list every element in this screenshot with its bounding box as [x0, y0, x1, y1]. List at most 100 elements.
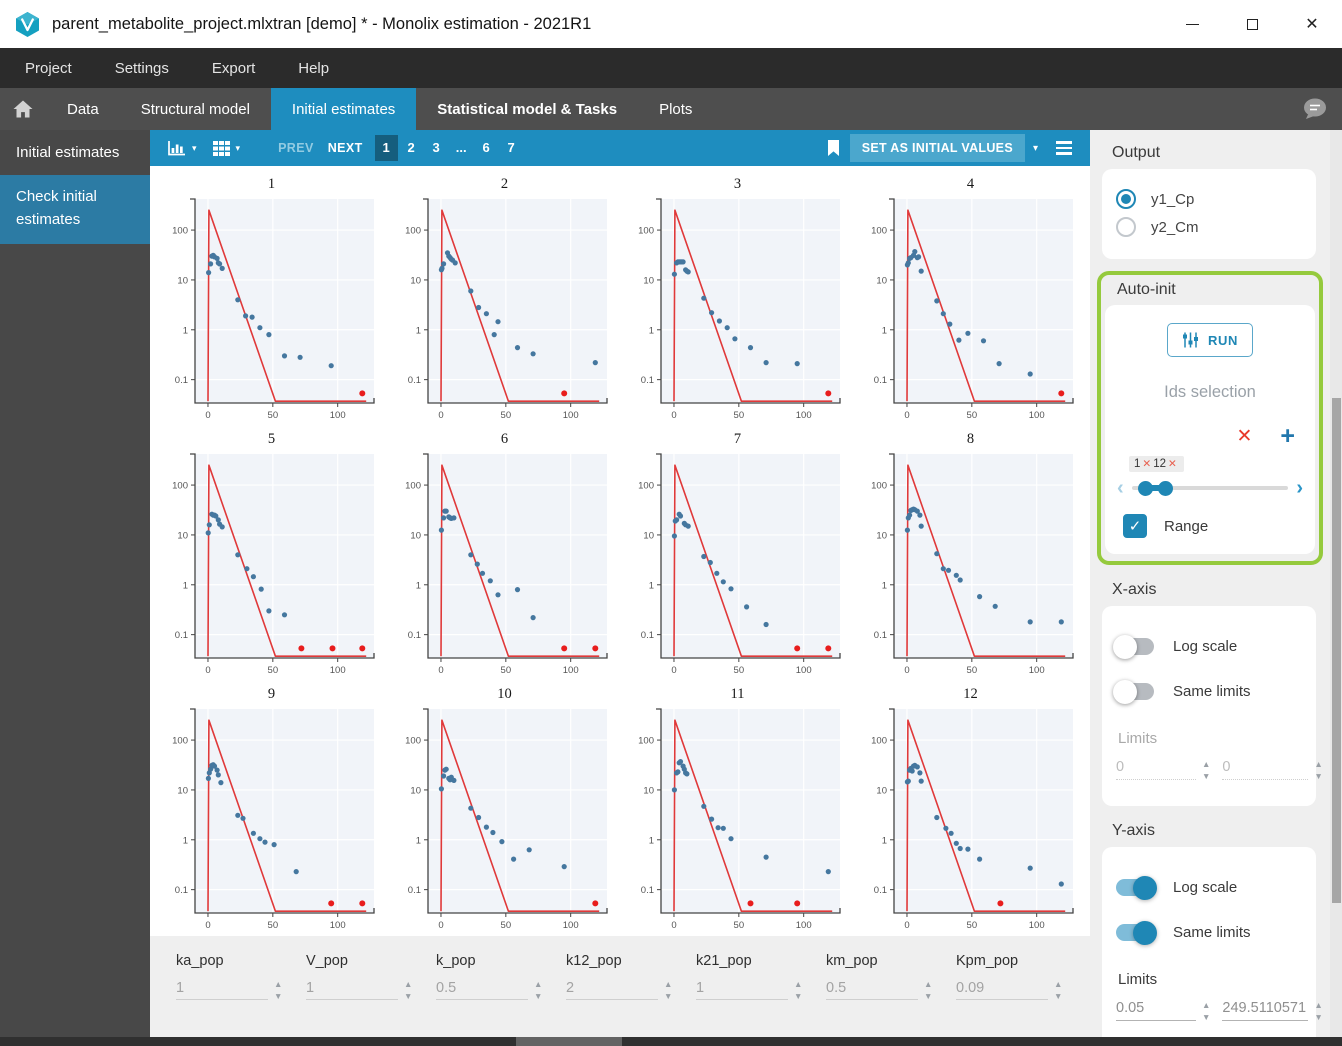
svg-text:0: 0 [671, 410, 676, 421]
tab-structural-model[interactable]: Structural model [120, 88, 271, 130]
maximize-icon [1246, 18, 1258, 30]
yaxis-log-toggle[interactable] [1116, 875, 1157, 900]
set-values-caret-icon[interactable]: ▾ [1033, 143, 1038, 154]
parameter-Kpm_pop: Kpm_pop 0.09 ▲ ▼ [956, 936, 1086, 1037]
page-button-7[interactable]: 7 [500, 135, 523, 161]
chip-remove-icon[interactable]: ✕ [1168, 458, 1177, 470]
set-as-initial-values-button[interactable]: SET AS INITIAL VALUES [849, 134, 1025, 162]
parameter-value-input[interactable]: 0.5 [826, 980, 918, 1000]
subplot-2[interactable]: 2 100 10 1 0.1 0 50 100 [388, 172, 621, 427]
yaxis-same-limits-row: Same limits [1116, 910, 1302, 955]
plot-type-dropdown[interactable]: ▾ [168, 140, 197, 156]
subplot-3[interactable]: 3 100 10 1 0.1 0 50 100 [621, 172, 854, 427]
subplot-4[interactable]: 4 100 10 1 0.1 0 50 100 [854, 172, 1087, 427]
parameter-value-input[interactable]: 1 [176, 980, 268, 1000]
stepper-arrows[interactable]: ▲ ▼ [1202, 1001, 1210, 1021]
plot-canvas: 100 10 1 0.1 0 50 100 [871, 708, 1074, 931]
xaxis-min-input[interactable]: 0 [1116, 759, 1196, 780]
subplot-6[interactable]: 6 100 10 1 0.1 0 50 100 [388, 427, 621, 682]
menu-item-project[interactable]: Project [25, 60, 72, 77]
ids-actions: ✕ + [1117, 424, 1303, 449]
range-checkbox[interactable]: ✓ [1123, 514, 1147, 538]
stepper-arrows[interactable]: ▲ ▼ [1314, 760, 1322, 780]
stepper-arrows[interactable]: ▲ ▼ [1054, 980, 1062, 1000]
stepper-arrows[interactable]: ▲ ▼ [404, 980, 412, 1000]
yaxis-min-input[interactable]: 0.05 [1116, 1000, 1196, 1021]
bookmark-icon[interactable] [827, 139, 840, 157]
minimize-button[interactable] [1162, 0, 1222, 48]
stepper-arrows[interactable]: ▲ ▼ [1202, 760, 1210, 780]
run-button[interactable]: RUN [1167, 323, 1253, 357]
parameter-ka_pop: ka_pop 1 ▲ ▼ [176, 936, 306, 1037]
menubar: Project Settings Export Help [0, 48, 1342, 88]
page-button-1[interactable]: 1 [374, 135, 398, 161]
page-button-2[interactable]: 2 [400, 135, 423, 161]
feedback-button[interactable] [1302, 98, 1328, 125]
subplot-7[interactable]: 7 100 10 1 0.1 0 50 100 [621, 427, 854, 682]
svg-text:0.1: 0.1 [874, 630, 887, 641]
output-option-y1_Cp[interactable]: y1_Cp [1116, 185, 1302, 213]
sidebar-item-check-initial-estimates[interactable]: Check initial estimates [0, 175, 150, 244]
next-page-button[interactable]: NEXT [328, 141, 363, 155]
scrollbar-thumb[interactable] [1331, 398, 1341, 903]
grid-layout-dropdown[interactable]: ▾ [212, 140, 240, 156]
subplot-8[interactable]: 8 100 10 1 0.1 0 50 100 [854, 427, 1087, 682]
slider-right-chevron-icon[interactable]: › [1296, 478, 1303, 498]
xaxis-min-limit: 0 ▲ ▼ [1116, 759, 1210, 780]
subplot-9[interactable]: 9 100 10 1 0.1 0 50 100 [155, 682, 388, 936]
subplot-5[interactable]: 5 100 10 1 0.1 0 50 100 [155, 427, 388, 682]
stepper-arrows[interactable]: ▲ ▼ [534, 980, 542, 1000]
svg-text:0.1: 0.1 [408, 630, 421, 641]
svg-text:0: 0 [438, 410, 443, 421]
slider-left-chevron-icon[interactable]: ‹ [1117, 478, 1124, 498]
prev-page-button[interactable]: PREV [278, 141, 314, 155]
page-button-3[interactable]: 3 [425, 135, 448, 161]
tab-plots[interactable]: Plots [638, 88, 713, 130]
xaxis-log-toggle[interactable] [1113, 634, 1154, 659]
xaxis-same-limits-toggle[interactable] [1113, 679, 1154, 704]
slider-track[interactable] [1131, 480, 1289, 496]
home-tab[interactable] [0, 88, 46, 130]
xaxis-max-input[interactable]: 0 [1222, 759, 1309, 780]
ids-chip[interactable]: 1 ✕ 12 ✕ [1129, 456, 1184, 472]
parameter-value-input[interactable]: 0.5 [436, 980, 528, 1000]
tab-data[interactable]: Data [46, 88, 120, 130]
parameter-name: V_pop [306, 953, 348, 969]
plot-canvas: 100 10 1 0.1 0 50 100 [405, 708, 608, 931]
parameter-value-input[interactable]: 0.09 [956, 980, 1048, 1000]
clear-ids-button[interactable]: ✕ [1236, 425, 1252, 448]
yaxis-same-limits-toggle[interactable] [1116, 920, 1157, 945]
stepper-arrows[interactable]: ▲ ▼ [924, 980, 932, 1000]
subplot-11[interactable]: 11 100 10 1 0.1 0 50 100 [621, 682, 854, 936]
maximize-button[interactable] [1222, 0, 1282, 48]
subplot-10[interactable]: 10 100 10 1 0.1 0 50 100 [388, 682, 621, 936]
stepper-arrows[interactable]: ▲ ▼ [274, 980, 282, 1000]
stepper-arrows[interactable]: ▲ ▼ [1314, 1001, 1322, 1021]
parameter-value-input[interactable]: 1 [306, 980, 398, 1000]
subplot-12[interactable]: 12 100 10 1 0.1 0 50 100 [854, 682, 1087, 936]
stepper-arrows[interactable]: ▲ ▼ [794, 980, 802, 1000]
window-controls: ✕ [1162, 0, 1342, 48]
slider-handle-min[interactable] [1137, 480, 1153, 496]
stepper-arrows[interactable]: ▲ ▼ [664, 980, 672, 1000]
page-button-6[interactable]: 6 [475, 135, 498, 161]
parameter-value-input[interactable]: 2 [566, 980, 658, 1000]
add-ids-button[interactable]: + [1280, 424, 1295, 449]
svg-text:50: 50 [967, 665, 978, 676]
minimize-icon [1185, 23, 1199, 25]
chip-remove-icon[interactable]: ✕ [1142, 458, 1151, 470]
slider-handle-max[interactable] [1158, 480, 1174, 496]
parameter-value-input[interactable]: 1 [696, 980, 788, 1000]
yaxis-max-input[interactable]: 249.5110571 [1222, 1000, 1309, 1021]
menu-item-settings[interactable]: Settings [115, 60, 169, 77]
close-button[interactable]: ✕ [1282, 0, 1342, 48]
subplot-1[interactable]: 1 100 10 1 0.1 0 50 100 [155, 172, 388, 427]
tab-initial-estimates[interactable]: Initial estimates [270, 88, 417, 130]
menu-item-export[interactable]: Export [212, 60, 255, 77]
hamburger-menu-icon[interactable] [1056, 141, 1072, 155]
output-option-y2_Cm[interactable]: y2_Cm [1116, 213, 1302, 241]
tabbar: Data Structural model Initial estimates Sta… [0, 88, 1342, 130]
menu-item-help[interactable]: Help [298, 60, 329, 77]
tab-statistical-model-tasks[interactable]: Statistical model & Tasks [416, 88, 638, 130]
panel-scrollbar[interactable] [1330, 130, 1342, 1037]
